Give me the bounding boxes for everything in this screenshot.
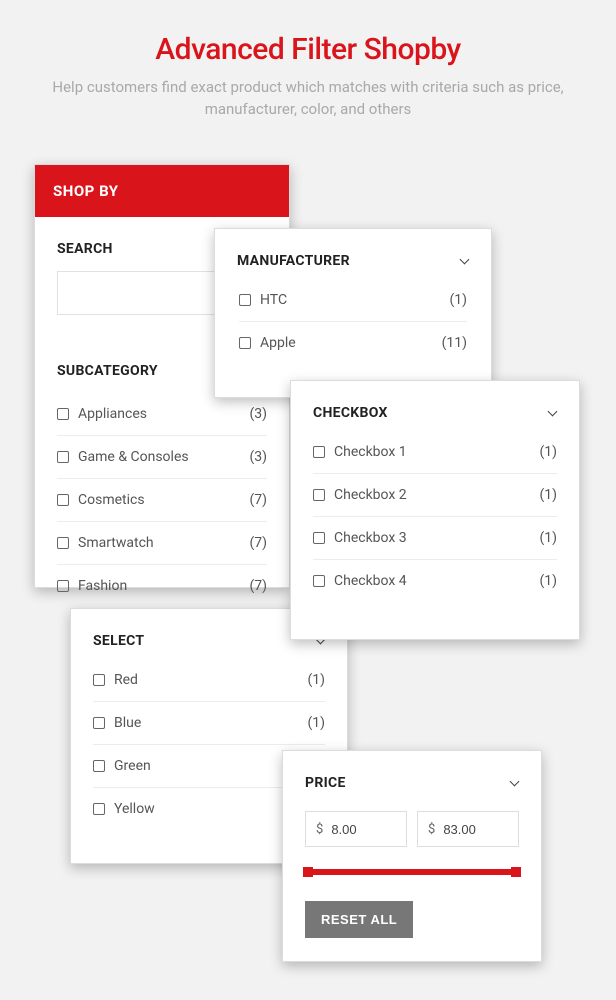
shopby-header: SHOP BY bbox=[35, 165, 289, 217]
checkbox-icon[interactable] bbox=[93, 760, 105, 772]
list-item[interactable]: Game & Consoles (3) bbox=[57, 436, 267, 479]
list-item-label: Yellow bbox=[114, 801, 155, 817]
list-item-count: (7) bbox=[249, 578, 267, 594]
price-slider[interactable] bbox=[305, 869, 519, 875]
list-item-label: Apple bbox=[260, 335, 296, 351]
list-item-label: Smartwatch bbox=[78, 535, 154, 551]
manufacturer-title: MANUFACTURER bbox=[237, 253, 350, 269]
list-item-count: (3) bbox=[249, 406, 267, 422]
checkbox-icon[interactable] bbox=[313, 489, 325, 501]
manufacturer-list: HTC (1) Apple (11) bbox=[215, 279, 491, 372]
manufacturer-panel: MANUFACTURER HTC (1) Apple (11) bbox=[214, 228, 492, 398]
page-subtitle: Help customers find exact product which … bbox=[0, 67, 616, 121]
list-item-count: (1) bbox=[307, 715, 325, 731]
list-item[interactable]: Fashion (7) bbox=[57, 565, 267, 607]
currency-symbol: $ bbox=[428, 822, 435, 837]
checkbox-icon[interactable] bbox=[93, 717, 105, 729]
manufacturer-header[interactable]: MANUFACTURER bbox=[215, 229, 491, 279]
price-max-input[interactable] bbox=[443, 822, 508, 837]
list-item-count: (1) bbox=[307, 672, 325, 688]
checkbox-icon[interactable] bbox=[313, 575, 325, 587]
list-item[interactable]: Apple (11) bbox=[239, 322, 467, 364]
page-title: Advanced Filter Shopby bbox=[0, 0, 616, 67]
list-item-count: (1) bbox=[539, 487, 557, 503]
list-item-label: Cosmetics bbox=[78, 492, 145, 508]
list-item-count: (7) bbox=[249, 492, 267, 508]
list-item-count: (1) bbox=[539, 573, 557, 589]
list-item[interactable]: Appliances (3) bbox=[57, 393, 267, 436]
checkbox-icon[interactable] bbox=[313, 446, 325, 458]
select-title: SELECT bbox=[93, 633, 144, 649]
list-item[interactable]: Checkbox 3 (1) bbox=[313, 517, 557, 560]
list-item-count: (1) bbox=[449, 292, 467, 308]
price-min-input[interactable] bbox=[331, 822, 396, 837]
list-item[interactable]: Checkbox 1 (1) bbox=[313, 431, 557, 474]
list-item-label: HTC bbox=[260, 292, 287, 308]
price-header[interactable]: PRICE bbox=[283, 751, 541, 801]
chevron-down-icon bbox=[459, 256, 469, 266]
checkbox-icon[interactable] bbox=[57, 537, 69, 549]
list-item-label: Checkbox 1 bbox=[334, 444, 407, 460]
list-item-label: Checkbox 4 bbox=[334, 573, 407, 589]
list-item-label: Fashion bbox=[78, 578, 127, 594]
price-max-box[interactable]: $ bbox=[417, 811, 519, 847]
list-item[interactable]: Cosmetics (7) bbox=[57, 479, 267, 522]
chevron-down-icon bbox=[547, 408, 557, 418]
list-item-count: (11) bbox=[442, 335, 467, 351]
list-item-label: Blue bbox=[114, 715, 141, 731]
price-panel: PRICE $ $ RESET ALL bbox=[282, 750, 542, 962]
checkbox-list: Checkbox 1 (1) Checkbox 2 (1) Checkbox 3… bbox=[291, 431, 579, 602]
checkbox-icon[interactable] bbox=[239, 337, 251, 349]
checkbox-icon[interactable] bbox=[57, 408, 69, 420]
list-item[interactable]: Checkbox 2 (1) bbox=[313, 474, 557, 517]
list-item[interactable]: HTC (1) bbox=[239, 279, 467, 322]
list-item-label: Checkbox 3 bbox=[334, 530, 407, 546]
price-title: PRICE bbox=[305, 775, 346, 791]
currency-symbol: $ bbox=[316, 822, 323, 837]
list-item-count: (1) bbox=[539, 444, 557, 460]
list-item-count: (1) bbox=[539, 530, 557, 546]
checkbox-icon[interactable] bbox=[93, 803, 105, 815]
reset-all-button[interactable]: RESET ALL bbox=[305, 901, 413, 938]
checkbox-icon[interactable] bbox=[239, 294, 251, 306]
checkbox-panel: CHECKBOX Checkbox 1 (1) Checkbox 2 (1) C… bbox=[290, 380, 580, 640]
list-item-label: Red bbox=[114, 672, 138, 688]
list-item[interactable]: Blue (1) bbox=[93, 702, 325, 745]
list-item-count: (3) bbox=[249, 449, 267, 465]
list-item-label: Game & Consoles bbox=[78, 449, 189, 465]
checkbox-icon[interactable] bbox=[313, 532, 325, 544]
price-min-box[interactable]: $ bbox=[305, 811, 407, 847]
chevron-down-icon bbox=[509, 778, 519, 788]
checkbox-title: CHECKBOX bbox=[313, 405, 388, 421]
list-item[interactable]: Checkbox 4 (1) bbox=[313, 560, 557, 602]
list-item-label: Green bbox=[114, 758, 151, 774]
slider-handle-min[interactable] bbox=[303, 867, 313, 877]
list-item[interactable]: Smartwatch (7) bbox=[57, 522, 267, 565]
checkbox-icon[interactable] bbox=[57, 494, 69, 506]
checkbox-icon[interactable] bbox=[93, 674, 105, 686]
subcategory-list: Appliances (3) Game & Consoles (3) Cosme… bbox=[35, 393, 289, 607]
list-item[interactable]: Red (1) bbox=[93, 659, 325, 702]
slider-handle-max[interactable] bbox=[511, 867, 521, 877]
list-item-count: (7) bbox=[249, 535, 267, 551]
checkbox-icon[interactable] bbox=[57, 580, 69, 592]
checkbox-icon[interactable] bbox=[57, 451, 69, 463]
checkbox-header[interactable]: CHECKBOX bbox=[291, 381, 579, 431]
price-inputs: $ $ bbox=[283, 801, 541, 847]
list-item-label: Appliances bbox=[78, 406, 147, 422]
list-item-label: Checkbox 2 bbox=[334, 487, 407, 503]
